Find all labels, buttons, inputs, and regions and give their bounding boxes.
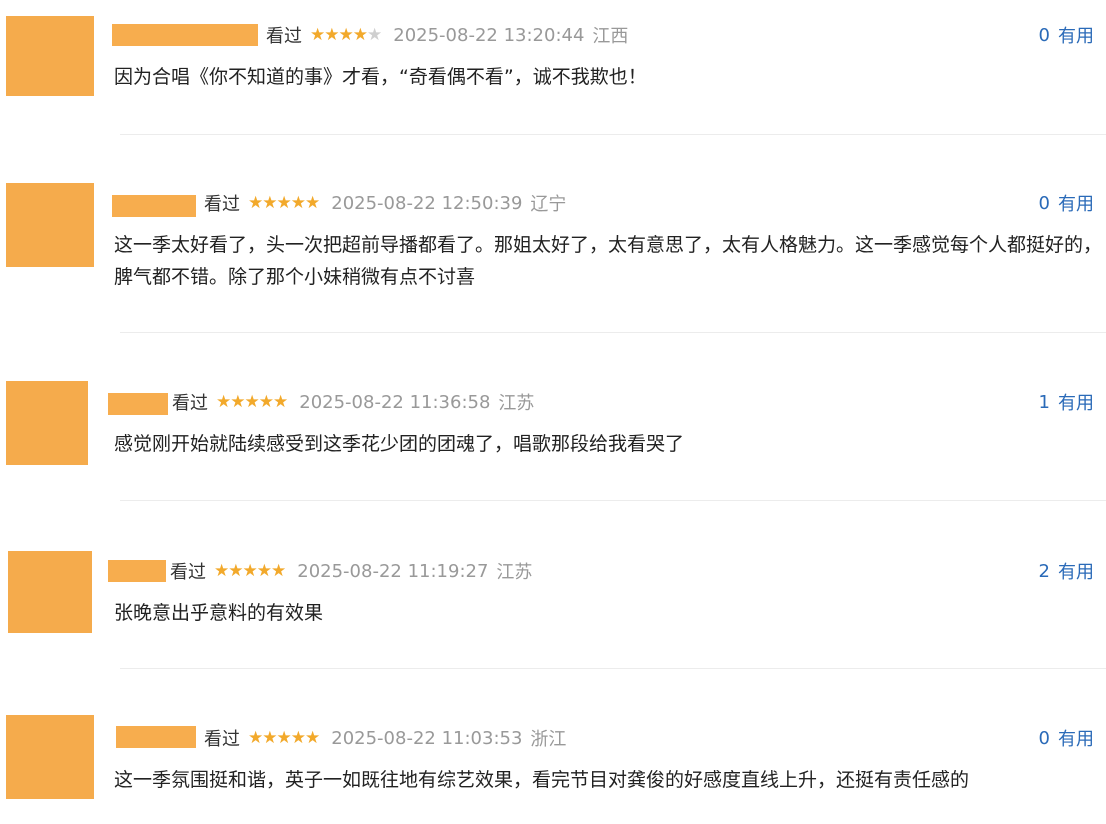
watched-label: 看过 [204,729,240,750]
star-icon: ★ [248,192,263,213]
avatar[interactable] [8,551,92,633]
useful-button[interactable]: 有用 [1058,558,1094,584]
review-region: 浙江 [530,729,567,750]
review-text: 感觉刚开始就陆续感受到这季花少团的团魂了，唱歌那段给我看哭了 [114,433,685,455]
review-region: 江苏 [496,562,533,583]
rating-stars: ★ ★ ★ ★ ★ [248,727,320,748]
watched-label: 看过 [266,26,302,47]
useful-count: 0 [1038,24,1050,46]
useful-count: 1 [1038,391,1050,413]
review-region: 辽宁 [530,194,567,215]
avatar[interactable] [6,381,88,465]
star-icon: ★ [242,560,258,581]
rating-stars: ★ ★ ★ ★ ★ [310,24,382,45]
review-time: 2025-08-22 11:36:58 [299,391,491,413]
star-icon: ★ [228,560,243,581]
useful-count: 2 [1038,560,1050,582]
star-icon: ★ [214,560,229,581]
star-icon: ★ [338,24,354,45]
star-icon: ★ [262,727,277,748]
useful-count: 0 [1038,727,1050,749]
useful-button[interactable]: 有用 [1058,22,1094,48]
username-redacted[interactable] [108,393,168,415]
review-text: 这一季氛围挺和谐，英子一如既往地有综艺效果，看完节目对龚俊的好感度直线上升，还挺… [114,769,970,791]
star-icon: ★ [262,192,277,213]
divider [120,500,1106,501]
star-icon: ★ [305,192,320,213]
star-icon: ★ [276,192,292,213]
star-icon: ★ [310,24,325,45]
watched-label: 看过 [170,562,206,583]
avatar[interactable] [6,183,94,267]
rating-stars: ★ ★ ★ ★ ★ [216,391,288,412]
username-redacted[interactable] [112,195,196,217]
username-redacted[interactable] [112,24,258,46]
useful-button[interactable]: 有用 [1058,725,1094,751]
review-time: 2025-08-22 11:03:53 [331,727,523,749]
star-icon: ★ [256,560,272,581]
review-text: 张晚意出乎意料的有效果 [114,602,324,624]
star-empty-icon: ★ [367,24,382,45]
star-icon: ★ [305,727,320,748]
watched-label: 看过 [172,393,208,414]
username-redacted[interactable] [108,560,166,582]
rating-stars: ★ ★ ★ ★ ★ [214,560,286,581]
review-text: 因为合唱《你不知道的事》才看，“奇看偶不看”，诚不我欺也！ [114,66,647,88]
review-time: 2025-08-22 11:19:27 [297,560,489,582]
star-icon: ★ [248,727,263,748]
divider [120,134,1106,135]
useful-button[interactable]: 有用 [1058,389,1094,415]
username-redacted[interactable] [116,726,196,748]
review-time: 2025-08-22 13:20:44 [393,24,585,46]
star-icon: ★ [230,391,245,412]
star-icon: ★ [290,192,306,213]
review-text: 这一季太好看了，头一次把超前导播都看了。那姐太好了，太有意思了，太有人格魅力。这… [114,234,1103,288]
star-icon: ★ [271,560,286,581]
star-icon: ★ [324,24,339,45]
useful-count: 0 [1038,192,1050,214]
avatar[interactable] [6,16,94,96]
review-time: 2025-08-22 12:50:39 [331,192,523,214]
useful-button[interactable]: 有用 [1058,190,1094,216]
divider [120,332,1106,333]
star-icon: ★ [273,391,288,412]
avatar[interactable] [6,715,94,799]
divider [120,668,1106,669]
star-icon: ★ [276,727,292,748]
star-icon: ★ [352,24,368,45]
rating-stars: ★ ★ ★ ★ ★ [248,192,320,213]
watched-label: 看过 [204,194,240,215]
star-icon: ★ [258,391,274,412]
review-region: 江西 [592,26,629,47]
star-icon: ★ [290,727,306,748]
star-icon: ★ [244,391,260,412]
review-region: 江苏 [498,393,535,414]
star-icon: ★ [216,391,231,412]
